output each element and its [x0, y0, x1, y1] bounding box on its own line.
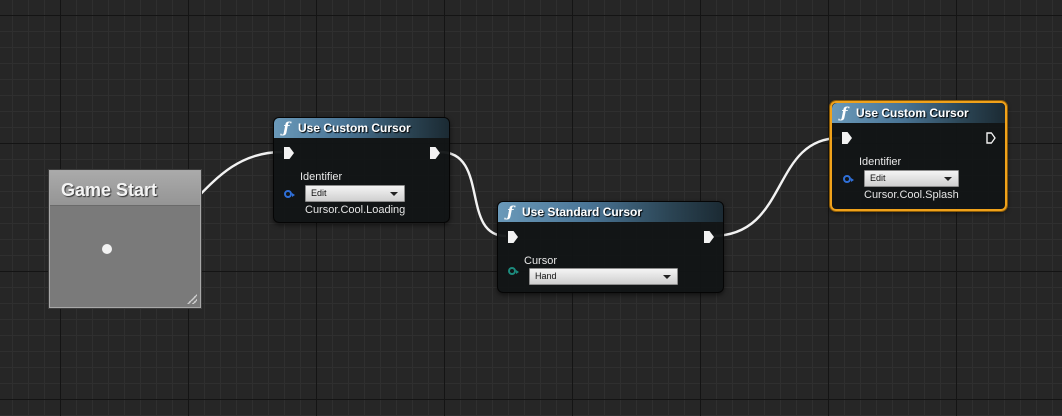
blueprint-graph-canvas[interactable]: Game Start ƒ Use Custom Cursor Identifie…	[0, 0, 1062, 416]
identifier-dropdown[interactable]: Edit	[864, 170, 959, 187]
exec-out-outline-icon	[986, 132, 996, 144]
function-icon: ƒ	[841, 104, 848, 122]
comment-box-game-start[interactable]: Game Start	[49, 170, 201, 308]
cursor-dropdown[interactable]: Hand	[529, 268, 678, 285]
resize-grip-icon[interactable]	[187, 294, 197, 304]
comment-exec-out-pin[interactable]	[102, 244, 112, 254]
node-use-custom-cursor-splash[interactable]: ƒ Use Custom Cursor Identifier Edit Curs…	[830, 101, 1007, 211]
node-header[interactable]: ƒ Use Standard Cursor	[498, 202, 723, 222]
node-use-custom-cursor-loading[interactable]: ƒ Use Custom Cursor Identifier Edit Curs…	[273, 117, 450, 223]
identifier-value: Cursor.Cool.Splash	[864, 189, 959, 201]
param-label-identifier: Identifier	[859, 156, 902, 168]
exec-out-pin-unconnected[interactable]	[986, 132, 996, 144]
comment-title: Game Start	[61, 180, 158, 200]
node-use-standard-cursor[interactable]: ƒ Use Standard Cursor Cursor Hand	[497, 201, 724, 293]
exec-in-pin[interactable]	[284, 147, 294, 159]
node-title: Use Custom Cursor	[298, 121, 411, 135]
node-title: Use Standard Cursor	[522, 205, 643, 219]
identifier-input-pin[interactable]	[843, 175, 854, 183]
node-header[interactable]: ƒ Use Custom Cursor	[274, 118, 449, 138]
function-icon: ƒ	[283, 119, 290, 137]
dropdown-value: Hand	[535, 271, 557, 281]
identifier-value: Cursor.Cool.Loading	[305, 204, 406, 216]
dropdown-value: Edit	[870, 173, 886, 183]
exec-out-pin[interactable]	[430, 147, 440, 159]
param-label-identifier: Identifier	[300, 171, 343, 183]
node-title: Use Custom Cursor	[856, 106, 969, 120]
exec-in-pin[interactable]	[842, 132, 852, 144]
cursor-input-pin[interactable]	[508, 267, 519, 275]
node-header[interactable]: ƒ Use Custom Cursor	[832, 103, 1005, 123]
function-icon: ƒ	[507, 203, 514, 221]
identifier-dropdown[interactable]: Edit	[305, 185, 405, 202]
exec-out-pin[interactable]	[704, 231, 714, 243]
param-label-cursor: Cursor	[524, 255, 558, 267]
exec-in-pin[interactable]	[508, 231, 518, 243]
chevron-down-icon	[663, 275, 671, 279]
chevron-down-icon	[944, 177, 952, 181]
dropdown-value: Edit	[311, 188, 327, 198]
identifier-input-pin[interactable]	[284, 190, 295, 198]
chevron-down-icon	[390, 192, 398, 196]
exec-wire-node2-to-node3	[711, 136, 841, 238]
